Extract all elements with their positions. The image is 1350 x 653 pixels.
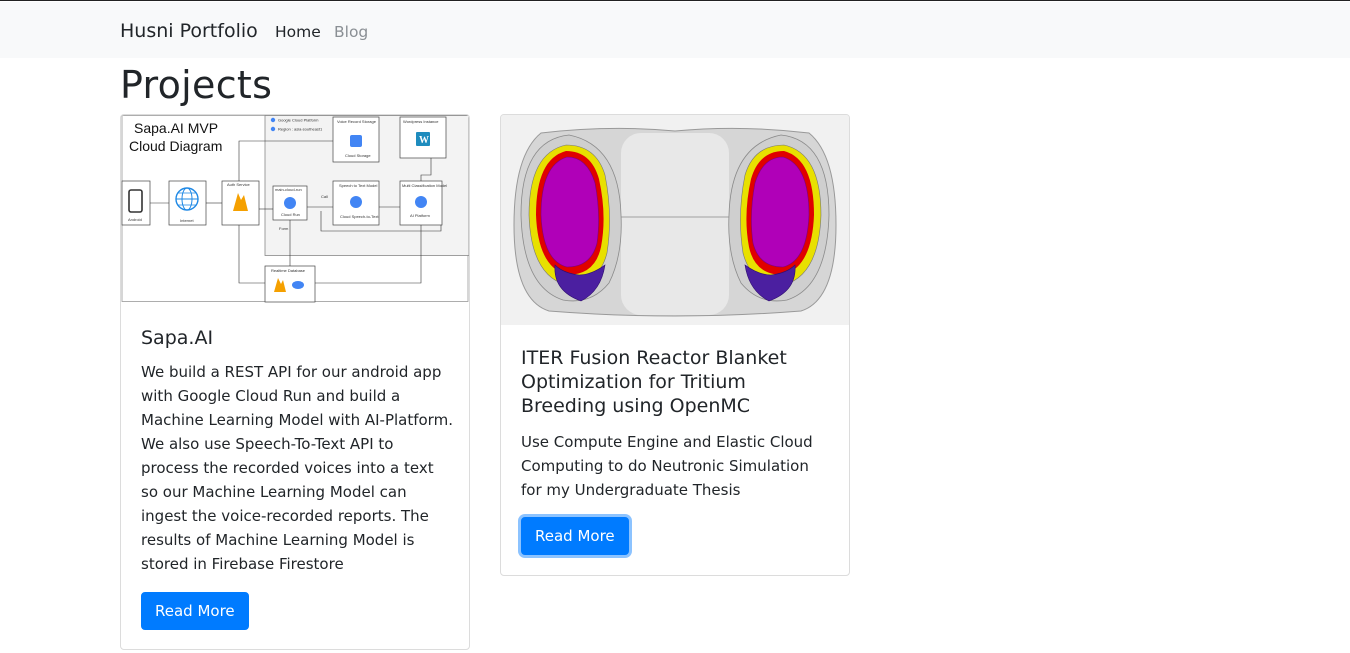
project-card-iter: ITER Fusion Reactor Blanket Optimization… [500,114,850,576]
speech-node: Speech to Text Model Cloud Speech-to-Tex… [332,180,379,226]
svg-text:Cloud Run: Cloud Run [281,212,300,217]
project-title: ITER Fusion Reactor Blanket Optimization… [521,347,787,417]
region-label: Region : asia-southeast1 [278,127,323,132]
navbar: Husni Portfolio Home Blog [0,2,1350,58]
voice-storage-node: Voice Record Storage Cloud Storage [332,116,380,163]
svg-text:W: W [419,135,429,146]
auth-node: Auth Service [221,180,260,226]
svg-text:Cloud Storage: Cloud Storage [345,153,371,158]
form-label: Form [279,226,289,231]
android-node: Android [121,180,151,226]
project-description: Use Compute Engine and Elastic Cloud Com… [521,433,813,499]
svg-text:AI Platform: AI Platform [410,213,430,218]
svg-text:Android: Android [128,217,142,222]
left-blanket [520,134,622,302]
diagram-title-1: Sapa.AI MVP [134,120,218,136]
diagram-title-2: Cloud Diagram [129,138,222,154]
gcp-label: Google Cloud Platform [278,118,319,123]
database-icon [292,281,304,289]
cloud-run-icon [284,197,296,209]
read-more-button[interactable]: Read More [141,592,249,630]
internet-node: Internet [168,180,207,226]
project-card-sapa: Sapa.AI MVP Cloud Diagram Google Cloud P… [120,114,470,650]
svg-text:Cloud Speech-to-Text: Cloud Speech-to-Text [340,214,379,219]
project-title: Sapa.AI [141,327,214,349]
nav-link-blog[interactable]: Blog [334,23,368,41]
svg-text:Multi Classification Model: Multi Classification Model [402,183,447,188]
svg-text:Realtime Database: Realtime Database [271,268,306,273]
multi-class-node: Multi Classification Model AI Platform [399,180,447,226]
call-label: Call [321,194,328,199]
svg-text:Auth Service: Auth Service [227,182,250,187]
cloud-run-node: main-cloud-run Cloud Run [272,185,308,221]
nav-link-home[interactable]: Home [275,23,321,41]
ai-platform-icon [415,196,427,208]
reactor-simulation-image [501,115,849,325]
project-description: We build a REST API for our android app … [141,363,453,573]
svg-text:main-cloud-run: main-cloud-run [275,187,302,192]
cloud-storage-icon [350,135,362,147]
wordpress-node: Wordpress Instance W [399,116,447,159]
svg-text:Speech to Text Model: Speech to Text Model [339,183,378,188]
page-title: Projects [120,63,273,107]
right-blanket [728,134,830,302]
cloud-diagram-image: Sapa.AI MVP Cloud Diagram Google Cloud P… [121,115,469,303]
realtime-db-node: Realtime Database [264,265,316,303]
svg-text:Wordpress Instance: Wordpress Instance [403,119,439,124]
brand-link[interactable]: Husni Portfolio [120,20,258,42]
svg-text:Voice Record Storage: Voice Record Storage [337,119,377,124]
speech-icon [350,196,362,208]
svg-text:Internet: Internet [180,218,194,223]
read-more-button[interactable]: Read More [521,517,629,555]
